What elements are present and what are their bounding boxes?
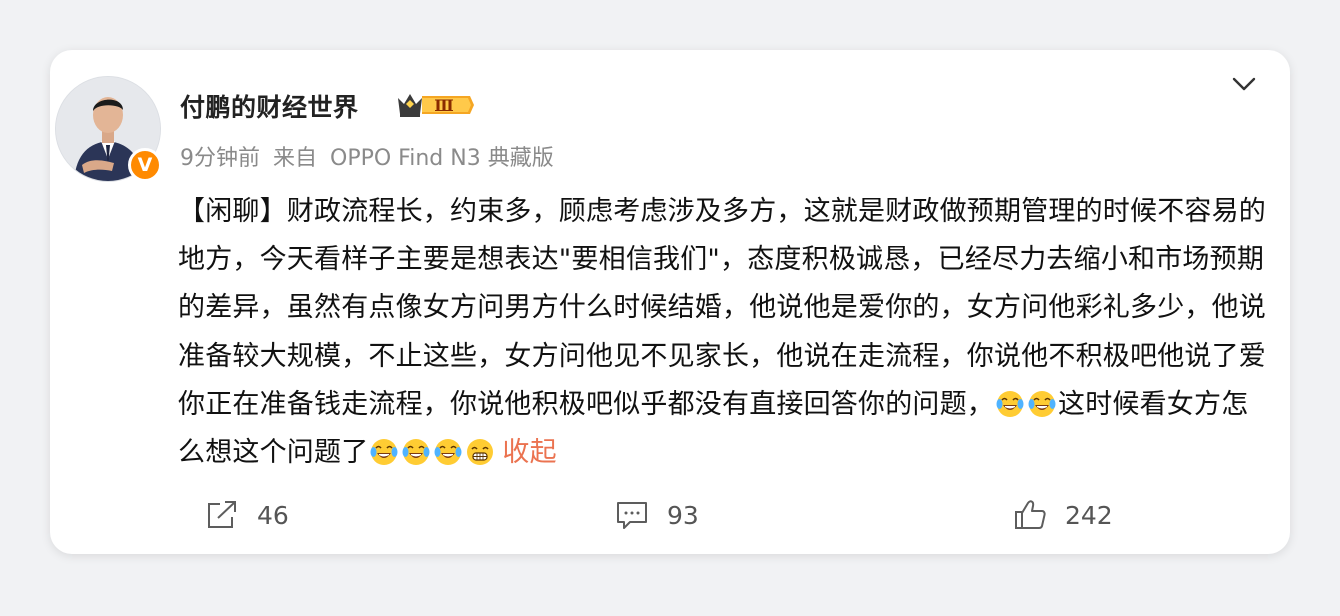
vip-level: Ⅲ bbox=[434, 96, 453, 115]
like-count: 242 bbox=[1065, 500, 1113, 530]
share-button[interactable]: 46 bbox=[205, 490, 289, 540]
laugh-cry-emoji-icon bbox=[1028, 390, 1056, 417]
grin-emoji-icon bbox=[467, 439, 494, 466]
post-meta: 9分钟前 来自 OPPO Find N3 典藏版 bbox=[180, 140, 554, 172]
post-text-main: 【闲聊】财政流程长，约束多，顾虑考虑涉及多方，这就是财政做预期管理的时候不容易的… bbox=[178, 196, 1266, 420]
post-text: 【闲聊】财政流程长，约束多，顾虑考虑涉及多方，这就是财政做预期管理的时候不容易的… bbox=[178, 188, 1273, 477]
source-prefix: 来自 bbox=[273, 146, 318, 171]
vip-crown-badge-icon[interactable]: Ⅲ bbox=[396, 90, 474, 120]
like-button[interactable]: 242 bbox=[1013, 490, 1113, 540]
laugh-cry-emoji-icon bbox=[996, 390, 1024, 417]
thumbs-up-icon bbox=[1015, 500, 1046, 529]
action-bar: 46 93 242 bbox=[50, 490, 1290, 540]
verified-mark: V bbox=[137, 154, 153, 176]
collapse-link[interactable]: 收起 bbox=[502, 437, 556, 468]
comment-button[interactable]: 93 bbox=[615, 490, 699, 540]
comment-icon bbox=[617, 502, 647, 529]
verified-badge-icon: V bbox=[128, 148, 162, 182]
comment-count: 93 bbox=[667, 500, 699, 530]
post-time[interactable]: 9分钟前 bbox=[180, 146, 260, 171]
weibo-post-card: V 付鹏的财经世界 Ⅲ 9分钟前 来自 OPPO Find N3 典藏版 【闲聊… bbox=[50, 50, 1290, 554]
chevron-down-icon[interactable] bbox=[1231, 74, 1257, 94]
laugh-cry-emoji-icon bbox=[402, 439, 430, 466]
source-device[interactable]: OPPO Find N3 典藏版 bbox=[330, 146, 554, 171]
laugh-cry-emoji-icon bbox=[370, 439, 398, 466]
share-count: 46 bbox=[257, 500, 289, 530]
laugh-cry-emoji-icon bbox=[434, 439, 462, 466]
share-icon bbox=[208, 501, 236, 528]
author-name[interactable]: 付鹏的财经世界 bbox=[180, 88, 359, 124]
